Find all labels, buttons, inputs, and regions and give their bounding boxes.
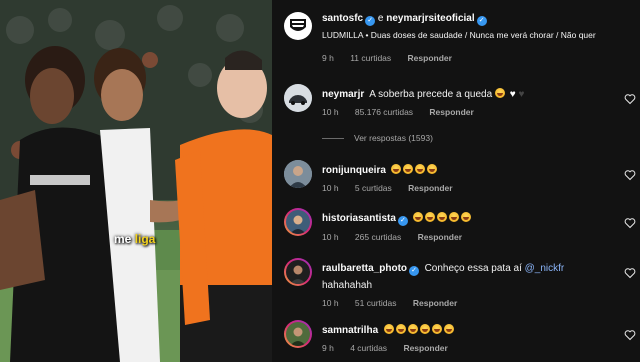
verified-badge-icon: ✓ bbox=[476, 16, 487, 26]
car-photo-icon bbox=[284, 84, 312, 112]
reply-button[interactable]: Responder bbox=[403, 343, 447, 353]
laughing-emoji-icon bbox=[425, 212, 436, 222]
caption-highlight: liga bbox=[134, 232, 156, 246]
laughing-emoji-icon bbox=[427, 164, 438, 174]
heart-icon[interactable] bbox=[624, 92, 636, 105]
story-ring-avatar[interactable] bbox=[284, 258, 312, 286]
comment-text: A soberba precede a queda bbox=[369, 89, 493, 100]
comment-likes[interactable]: 265 curtidas bbox=[355, 232, 401, 242]
laughing-emoji-icon bbox=[449, 212, 460, 222]
post-meta: 9 h 11 curtidas Responder bbox=[322, 53, 618, 63]
person-avatar-icon bbox=[284, 160, 312, 188]
video-caption: me liga bbox=[114, 232, 155, 246]
story-ring-avatar[interactable] bbox=[284, 320, 312, 348]
comment-username[interactable]: historiasantista bbox=[322, 213, 396, 224]
santos-crest-icon bbox=[290, 19, 306, 31]
person-avatar-icon bbox=[286, 210, 310, 234]
laughing-emoji-icon bbox=[403, 164, 414, 174]
laughing-emoji-icon bbox=[431, 324, 442, 334]
heart-icon[interactable] bbox=[624, 168, 636, 181]
avatar[interactable] bbox=[284, 160, 312, 188]
reply-button[interactable]: Responder bbox=[408, 183, 452, 193]
reply-button[interactable]: Responder bbox=[413, 298, 457, 308]
comment-username[interactable]: raulbaretta_photo bbox=[322, 263, 407, 274]
laughing-emoji-icon bbox=[415, 164, 426, 174]
mention-link[interactable]: @_nickfr bbox=[525, 263, 565, 274]
laughing-emoji-icon bbox=[419, 324, 430, 334]
laughing-emoji-icon bbox=[407, 324, 418, 334]
post-author[interactable]: santosfc bbox=[322, 13, 363, 24]
post-coauthor[interactable]: neymarjrsiteoficial bbox=[386, 13, 474, 24]
comment-text: Conheço essa pata aí bbox=[424, 263, 522, 274]
reply-button[interactable]: Responder bbox=[418, 232, 462, 242]
comment-time: 10 h bbox=[322, 232, 339, 242]
verified-badge-icon: ✓ bbox=[365, 16, 376, 26]
music-info[interactable]: LUDMILLA • Duas doses de saudade / Nunca… bbox=[322, 29, 618, 42]
santosfc-avatar[interactable] bbox=[284, 12, 312, 40]
heart-icon[interactable] bbox=[624, 266, 636, 279]
laughing-emoji-icon bbox=[413, 212, 424, 222]
heart-icon[interactable] bbox=[624, 328, 636, 341]
comment-time: 10 h bbox=[322, 298, 339, 308]
laughing-emoji-icon bbox=[443, 324, 454, 334]
caption-text: me bbox=[114, 232, 135, 246]
avatar[interactable] bbox=[284, 84, 312, 112]
story-ring-avatar[interactable] bbox=[284, 208, 312, 236]
laughing-emoji-icon bbox=[494, 88, 505, 98]
comment-likes[interactable]: 51 curtidas bbox=[355, 298, 397, 308]
comment-username[interactable]: neymarjr bbox=[322, 89, 364, 100]
post-time: 9 h bbox=[322, 53, 334, 63]
comment-username[interactable]: ronijunqueira bbox=[322, 165, 386, 176]
verified-badge-icon: ✓ bbox=[397, 216, 408, 226]
post-likes[interactable]: 11 curtidas bbox=[350, 53, 391, 63]
person-avatar-icon bbox=[286, 260, 310, 284]
comment-username[interactable]: samnatrilha bbox=[322, 325, 378, 336]
view-replies-link[interactable]: Ver respostas (1593) bbox=[322, 133, 433, 143]
comment-text-line2: hahahahah bbox=[322, 280, 373, 291]
match-scene-illustration bbox=[0, 0, 272, 362]
laughing-emoji-icon bbox=[437, 212, 448, 222]
person-avatar-icon bbox=[286, 322, 310, 346]
verified-badge-icon: ✓ bbox=[409, 266, 420, 276]
comment-time: 10 h bbox=[322, 183, 339, 193]
comment-time: 10 h bbox=[322, 107, 339, 117]
reply-button[interactable]: Responder bbox=[429, 107, 473, 117]
comment-likes[interactable]: 4 curtidas bbox=[350, 343, 387, 353]
reply-button[interactable]: Responder bbox=[408, 53, 452, 63]
laughing-emoji-icon bbox=[395, 324, 406, 334]
post-connector: e bbox=[377, 13, 384, 24]
comment-likes[interactable]: 5 curtidas bbox=[355, 183, 392, 193]
laughing-emoji-icon bbox=[461, 212, 472, 222]
comment-likes[interactable]: 85.176 curtidas bbox=[355, 107, 413, 117]
comment-time: 9 h bbox=[322, 343, 334, 353]
heart-icon[interactable] bbox=[624, 216, 636, 229]
laughing-emoji-icon bbox=[391, 164, 402, 174]
laughing-emoji-icon bbox=[383, 324, 394, 334]
black-heart-icon: ♥ bbox=[518, 89, 525, 100]
video-frame: me liga bbox=[0, 0, 272, 362]
comments-panel: santosfc ✓ e neymarjrsiteoficial ✓ LUDMILL… bbox=[272, 0, 640, 362]
white-heart-icon: ♥ bbox=[509, 89, 516, 100]
